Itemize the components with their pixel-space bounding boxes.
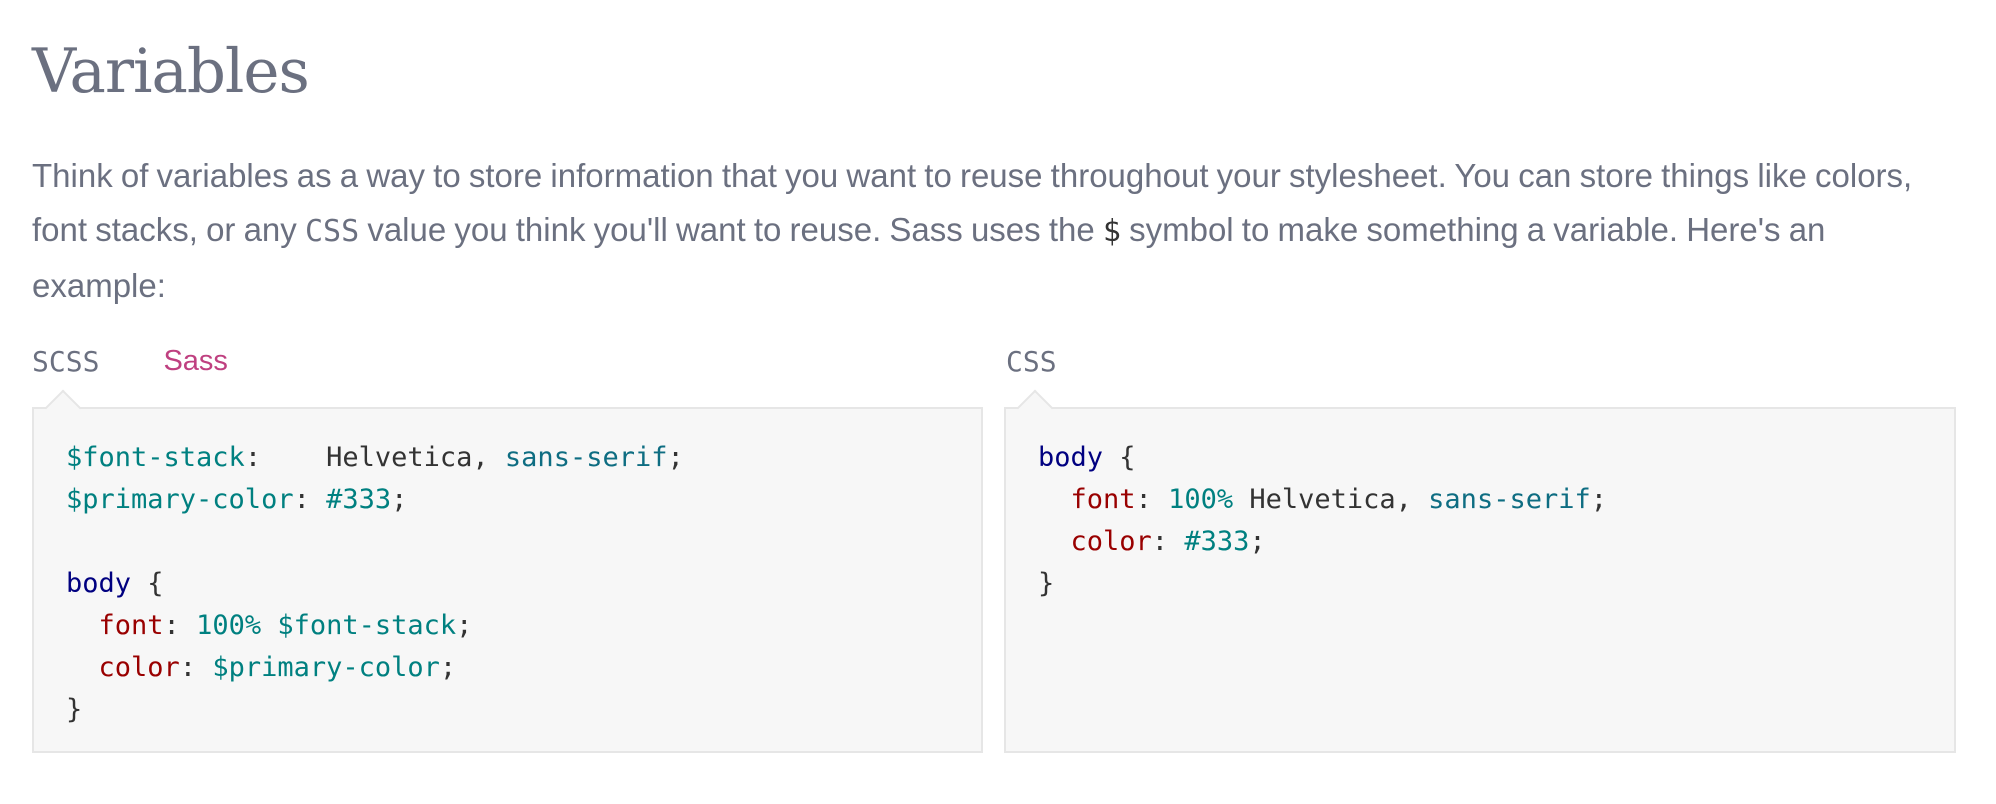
code-token: : bbox=[179, 652, 213, 683]
code-token: font bbox=[1070, 484, 1136, 515]
code-token: $primary-color bbox=[66, 484, 294, 515]
tab-scss[interactable]: SCSS bbox=[32, 345, 99, 378]
code-token: color bbox=[98, 652, 180, 683]
code-token: $font-stack bbox=[277, 610, 457, 641]
code-token: } bbox=[66, 694, 83, 725]
scss-code-panel: $font-stack: Helvetica, sans-serif; $pri… bbox=[32, 389, 983, 753]
code-token: color bbox=[1070, 526, 1152, 557]
code-token: font bbox=[98, 610, 164, 641]
code-token: ; bbox=[456, 610, 473, 641]
tab-css[interactable]: CSS bbox=[1006, 345, 1057, 378]
intro-paragraph: Think of variables as a way to store inf… bbox=[32, 149, 1967, 313]
code-token: : bbox=[244, 442, 262, 473]
code-token: $font-stack bbox=[66, 442, 245, 473]
code-token: ; bbox=[439, 652, 457, 683]
code-token: #333 bbox=[1184, 526, 1250, 557]
code-token: { bbox=[1103, 442, 1136, 473]
code-token: $primary-color bbox=[212, 652, 440, 683]
code-token: 100% bbox=[1168, 484, 1234, 515]
css-code-panel: body { font: 100% Helvetica, sans-serif;… bbox=[1004, 389, 1956, 753]
code-token: body bbox=[66, 568, 132, 599]
code-token: Helvetica, bbox=[1233, 484, 1429, 515]
code-token: : bbox=[1135, 484, 1169, 515]
code-token: ; bbox=[1249, 526, 1266, 557]
code-token: body bbox=[1038, 442, 1104, 473]
intro-code-dollar: $ bbox=[1102, 214, 1121, 249]
code-token: Helvetica, bbox=[261, 442, 505, 473]
code-token: ; bbox=[391, 484, 408, 515]
intro-text-2: value you think you'll want to reuse. Sa… bbox=[359, 211, 1103, 248]
code-token: : bbox=[293, 484, 327, 515]
code-token: : bbox=[163, 610, 197, 641]
code-token: ; bbox=[667, 442, 684, 473]
code-token: #333 bbox=[326, 484, 392, 515]
css-code-block: body { font: 100% Helvetica, sans-serif;… bbox=[1038, 437, 1607, 605]
tab-pointer bbox=[1016, 389, 1054, 427]
code-token: sans-serif bbox=[1428, 484, 1591, 515]
code-token: 100% bbox=[196, 610, 262, 641]
intro-code-css: CSS bbox=[304, 214, 360, 249]
code-token: : bbox=[1151, 526, 1185, 557]
code-token: sans-serif bbox=[504, 442, 668, 473]
tab-sass[interactable]: Sass bbox=[163, 345, 227, 378]
code-token: { bbox=[131, 568, 164, 599]
tab-pointer bbox=[44, 389, 82, 427]
syntax-tabs: SCSS Sass bbox=[32, 336, 292, 386]
output-tabs: CSS bbox=[1006, 336, 1121, 386]
section-title: Variables bbox=[32, 36, 310, 107]
code-token: ; bbox=[1590, 484, 1607, 515]
code-token: } bbox=[1038, 568, 1055, 599]
scss-code-block: $font-stack: Helvetica, sans-serif; $pri… bbox=[66, 437, 684, 731]
